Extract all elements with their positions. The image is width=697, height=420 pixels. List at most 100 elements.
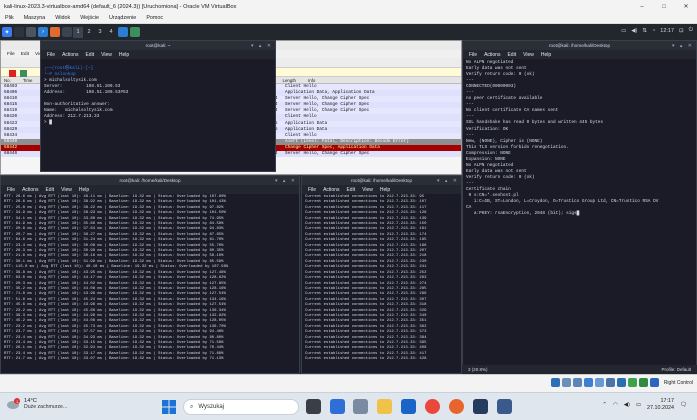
notifications-icon[interactable]: 🗨 [680,402,687,408]
terminal-output[interactable]: Current established connections to 212.7… [302,194,461,364]
task-view-icon[interactable] [306,399,321,414]
window-controls[interactable]: ▾ ▴ ✕ [672,42,694,51]
lock-icon[interactable]: ⊡ [679,28,684,34]
taskbar-clock[interactable]: 17:17 27.10.2024 [647,398,674,412]
firefox-icon[interactable] [449,399,464,414]
running-terminal-icon[interactable] [118,27,128,37]
firefox-icon[interactable] [50,27,60,37]
audio-icon[interactable] [572,378,582,387]
mouse-integration-icon[interactable] [649,378,659,387]
menu-view[interactable]: View [523,52,534,58]
system-tray: ⌃ ◠ ◀) ▭ 17:17 27.10.2024 🗨 [602,398,687,412]
col-length[interactable]: Length [283,78,296,83]
notification-icon[interactable]: ◔ [652,28,655,34]
ws-menu-edit[interactable]: Edit [21,52,29,57]
speaker-icon[interactable]: ◀) [624,402,630,408]
terminal-output[interactable]: RTT: 26.6 ms | Avg RTT (last 10): 48.11 … [1,194,299,364]
menu-view[interactable]: View [101,52,112,58]
shared-folder-icon[interactable] [605,378,615,387]
terminal-output[interactable]: No ALPN negotiated Early data was not sen… [463,59,696,218]
vbox-device-tray: Right Control [550,378,693,387]
workspace-4[interactable]: 4 [106,27,116,38]
menu-actions[interactable]: Actions [22,187,38,193]
battery-icon[interactable]: ▭ [636,402,641,408]
menu-widok[interactable]: Widok [55,15,70,21]
taskbar-search-input[interactable]: ⌕ Wyszukaj [183,399,299,415]
defender-icon[interactable] [330,399,345,414]
window-controls[interactable]: ▾ ▴ ✕ [251,42,273,51]
menu-help[interactable]: Help [119,52,129,58]
usb-icon[interactable] [594,378,604,387]
outlook-icon[interactable] [401,399,416,414]
running-wireshark-icon[interactable] [130,27,140,37]
menu-help[interactable]: Help [79,187,89,193]
maximize-button[interactable]: □ [653,4,675,10]
kali-menu-icon[interactable]: ✦ [2,27,12,37]
close-button[interactable]: ✕ [675,3,697,10]
files-icon[interactable] [26,27,36,37]
desktop-icon[interactable] [14,27,24,37]
menu-view[interactable]: View [362,187,373,193]
workspace-1[interactable]: 1 [73,26,83,38]
volume-icon[interactable]: ◀) [631,28,637,34]
workspace-3[interactable]: 3 [95,27,105,38]
menu-edit[interactable]: Edit [45,187,54,193]
network-adapter-icon[interactable] [583,378,593,387]
chrome-icon[interactable] [425,399,440,414]
panel-tray: ▭ ◀) ⇅ ◔ 12:17 ⊡ ⏻ [621,27,693,34]
menu-edit[interactable]: Edit [507,52,516,58]
ws-menu-file[interactable]: File [7,52,15,57]
file-explorer-icon[interactable] [377,399,392,414]
hdd-icon[interactable] [550,378,560,387]
menu-actions[interactable]: Actions [323,187,339,193]
menu-edit[interactable]: Edit [85,52,94,58]
menu-plik[interactable]: Plik [5,15,14,21]
display-icon[interactable] [616,378,626,387]
workspace-2[interactable]: 2 [84,27,94,38]
terminal-line: a:PKEY: rsaEncryption, 2048 (bit); sigs█ [466,211,580,217]
terminal-output[interactable]: ┌──(root㉿kali)-[~] └─# nslookup > michal… [41,59,275,134]
menu-file[interactable]: File [469,52,477,58]
minimize-button[interactable]: – [631,4,653,10]
col-no[interactable]: No. [4,78,11,83]
recording-icon[interactable] [627,378,637,387]
menu-actions[interactable]: Actions [62,52,78,58]
restart-capture-icon[interactable] [20,70,27,77]
panel-clock[interactable]: 12:17 [660,28,674,34]
menu-help[interactable]: Help [541,52,551,58]
window-title: root@kali: /home/kali/Desktop ▾ ▴ ✕ [1,176,299,185]
network-icon[interactable]: ⇅ [642,28,647,34]
menu-edit[interactable]: Edit [346,187,355,193]
menu-actions[interactable]: Actions [484,52,500,58]
power-icon[interactable]: ⏻ [689,27,693,34]
menu-maszyna[interactable]: Maszyna [24,15,46,21]
menu-help[interactable]: Help [380,187,390,193]
cpu-indicator-icon[interactable] [638,378,648,387]
window-controls[interactable]: ▾ ▴ ✕ [437,177,459,186]
menu-view[interactable]: View [61,187,72,193]
stop-capture-icon[interactable] [9,70,16,77]
menu-wejscie[interactable]: Wejście [80,15,99,21]
terminal-icon[interactable]: › [38,27,48,37]
monitor-icon[interactable]: ▭ [621,28,626,34]
menu-pomoc[interactable]: Pomoc [146,15,163,21]
kali-app-icon[interactable] [497,399,512,414]
search-placeholder: Wyszukaj [198,404,224,410]
window-controls[interactable]: ▾ ▴ ✕ [275,177,297,186]
windows-start-icon[interactable] [162,400,176,414]
virtualbox-icon[interactable] [473,399,488,414]
weather-widget[interactable]: 1 14°C Duże zachmurze... [6,398,67,410]
menu-file[interactable]: File [7,187,15,193]
menu-file[interactable]: File [308,187,316,193]
terminal-line: Current established connections to 212.7… [305,357,427,362]
col-info[interactable]: Info [308,78,315,83]
optical-drive-icon[interactable] [561,378,571,387]
app-launcher-icon[interactable] [62,27,72,37]
col-time[interactable]: Time [23,78,33,83]
chevron-up-icon[interactable]: ⌃ [602,402,607,408]
menu-file[interactable]: File [47,52,55,58]
weather-desc: Duże zachmurze... [24,404,68,410]
settings-icon[interactable] [353,399,368,414]
menu-urzadzenie[interactable]: Urządzenie [109,15,136,21]
wifi-icon[interactable]: ◠ [613,402,618,408]
